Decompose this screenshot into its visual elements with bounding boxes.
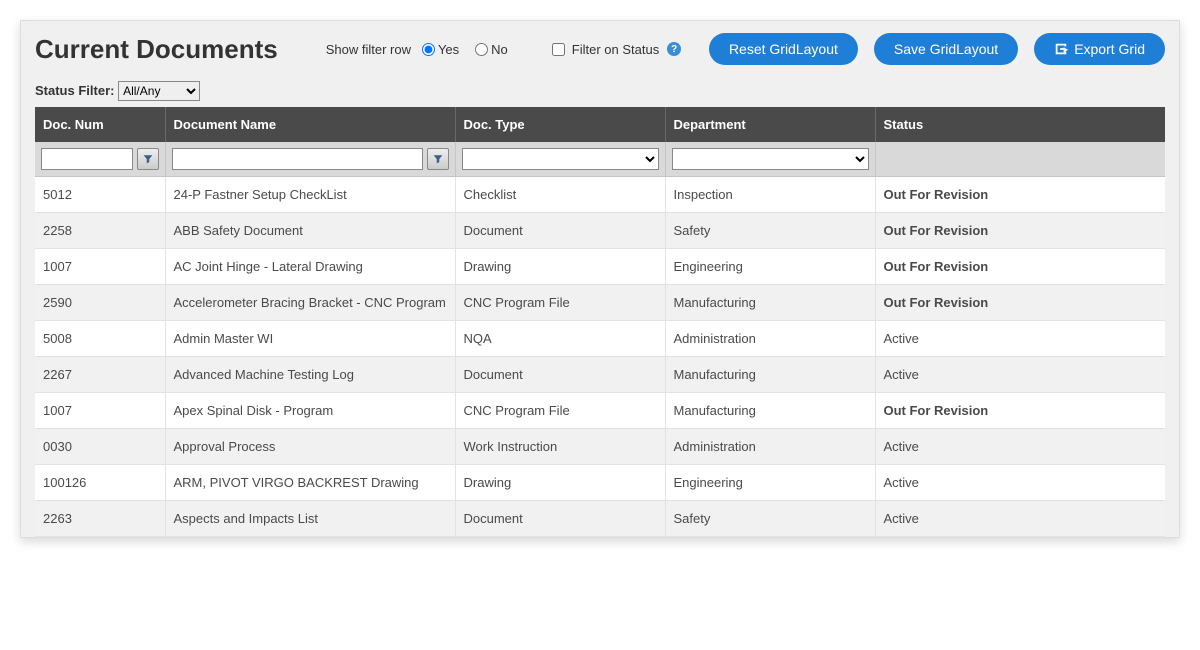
cell-num: 5008 bbox=[35, 321, 165, 357]
cell-type: CNC Program File bbox=[455, 285, 665, 321]
cell-status: Active bbox=[875, 465, 1165, 501]
filter-input-name[interactable] bbox=[172, 148, 423, 170]
cell-type: Document bbox=[455, 213, 665, 249]
cell-status: Out For Revision bbox=[875, 177, 1165, 213]
cell-num: 2267 bbox=[35, 357, 165, 393]
documents-grid: Doc. Num Document Name Doc. Type Departm… bbox=[35, 107, 1165, 537]
cell-num: 0030 bbox=[35, 429, 165, 465]
toolbar: Current Documents Show filter row Yes No… bbox=[35, 33, 1165, 65]
cell-num: 2263 bbox=[35, 501, 165, 537]
export-grid-button[interactable]: Export Grid bbox=[1034, 33, 1165, 65]
cell-status: Out For Revision bbox=[875, 393, 1165, 429]
cell-dept: Manufacturing bbox=[665, 357, 875, 393]
status-filter-label: Status Filter: bbox=[35, 83, 114, 98]
page-title: Current Documents bbox=[35, 34, 278, 65]
cell-status: Out For Revision bbox=[875, 213, 1165, 249]
table-row[interactable]: 2258ABB Safety DocumentDocumentSafetyOut… bbox=[35, 213, 1165, 249]
cell-dept: Inspection bbox=[665, 177, 875, 213]
documents-panel: Current Documents Show filter row Yes No… bbox=[20, 20, 1180, 538]
cell-dept: Manufacturing bbox=[665, 393, 875, 429]
no-label: No bbox=[491, 42, 508, 57]
reset-gridlayout-button[interactable]: Reset GridLayout bbox=[709, 33, 858, 65]
show-filter-no[interactable]: No bbox=[475, 42, 508, 57]
filter-select-type[interactable] bbox=[462, 148, 659, 170]
cell-type: NQA bbox=[455, 321, 665, 357]
cell-name: AC Joint Hinge - Lateral Drawing bbox=[165, 249, 455, 285]
filter-on-status-checkbox[interactable] bbox=[552, 43, 565, 56]
show-filter-no-radio[interactable] bbox=[475, 43, 488, 56]
cell-num: 2590 bbox=[35, 285, 165, 321]
show-filter-yes-radio[interactable] bbox=[422, 43, 435, 56]
cell-type: Document bbox=[455, 501, 665, 537]
col-header-type[interactable]: Doc. Type bbox=[455, 107, 665, 142]
grid-filter-row bbox=[35, 142, 1165, 177]
table-row[interactable]: 2263Aspects and Impacts ListDocumentSafe… bbox=[35, 501, 1165, 537]
cell-type: CNC Program File bbox=[455, 393, 665, 429]
table-row[interactable]: 0030Approval ProcessWork InstructionAdmi… bbox=[35, 429, 1165, 465]
filter-input-num[interactable] bbox=[41, 148, 133, 170]
cell-dept: Manufacturing bbox=[665, 285, 875, 321]
filter-on-status[interactable]: Filter on Status ? bbox=[548, 40, 681, 59]
filter-button-name[interactable] bbox=[427, 148, 449, 170]
cell-type: Drawing bbox=[455, 465, 665, 501]
col-header-status[interactable]: Status bbox=[875, 107, 1165, 142]
cell-name: Admin Master WI bbox=[165, 321, 455, 357]
cell-num: 1007 bbox=[35, 393, 165, 429]
cell-status: Active bbox=[875, 321, 1165, 357]
cell-dept: Administration bbox=[665, 429, 875, 465]
cell-type: Document bbox=[455, 357, 665, 393]
cell-dept: Administration bbox=[665, 321, 875, 357]
col-header-dept[interactable]: Department bbox=[665, 107, 875, 142]
cell-name: Approval Process bbox=[165, 429, 455, 465]
cell-status: Out For Revision bbox=[875, 249, 1165, 285]
export-icon bbox=[1054, 42, 1068, 56]
cell-dept: Safety bbox=[665, 213, 875, 249]
cell-status: Active bbox=[875, 501, 1165, 537]
show-filter-yes[interactable]: Yes bbox=[422, 42, 459, 57]
cell-name: ARM, PIVOT VIRGO BACKREST Drawing bbox=[165, 465, 455, 501]
cell-status: Active bbox=[875, 357, 1165, 393]
yes-label: Yes bbox=[438, 42, 459, 57]
cell-type: Work Instruction bbox=[455, 429, 665, 465]
status-filter-select[interactable]: All/Any bbox=[118, 81, 200, 101]
cell-dept: Engineering bbox=[665, 465, 875, 501]
cell-status: Active bbox=[875, 429, 1165, 465]
table-row[interactable]: 1007Apex Spinal Disk - ProgramCNC Progra… bbox=[35, 393, 1165, 429]
table-row[interactable]: 2590Accelerometer Bracing Bracket - CNC … bbox=[35, 285, 1165, 321]
cell-num: 2258 bbox=[35, 213, 165, 249]
cell-num: 100126 bbox=[35, 465, 165, 501]
table-row[interactable]: 1007AC Joint Hinge - Lateral DrawingDraw… bbox=[35, 249, 1165, 285]
grid-header-row: Doc. Num Document Name Doc. Type Departm… bbox=[35, 107, 1165, 142]
filter-on-status-label: Filter on Status bbox=[572, 42, 659, 57]
table-row[interactable]: 5008Admin Master WINQAAdministrationActi… bbox=[35, 321, 1165, 357]
cell-name: Apex Spinal Disk - Program bbox=[165, 393, 455, 429]
cell-name: Aspects and Impacts List bbox=[165, 501, 455, 537]
save-gridlayout-button[interactable]: Save GridLayout bbox=[874, 33, 1018, 65]
show-filter-row-label: Show filter row bbox=[326, 42, 411, 57]
table-row[interactable]: 501224-P Fastner Setup CheckListChecklis… bbox=[35, 177, 1165, 213]
cell-dept: Safety bbox=[665, 501, 875, 537]
funnel-icon bbox=[433, 154, 443, 164]
funnel-icon bbox=[143, 154, 153, 164]
cell-dept: Engineering bbox=[665, 249, 875, 285]
filter-cell-status bbox=[875, 142, 1165, 177]
filter-button-num[interactable] bbox=[137, 148, 159, 170]
cell-type: Drawing bbox=[455, 249, 665, 285]
col-header-name[interactable]: Document Name bbox=[165, 107, 455, 142]
cell-status: Out For Revision bbox=[875, 285, 1165, 321]
cell-name: 24-P Fastner Setup CheckList bbox=[165, 177, 455, 213]
cell-num: 5012 bbox=[35, 177, 165, 213]
cell-type: Checklist bbox=[455, 177, 665, 213]
table-row[interactable]: 100126ARM, PIVOT VIRGO BACKREST DrawingD… bbox=[35, 465, 1165, 501]
help-icon[interactable]: ? bbox=[667, 42, 681, 56]
cell-name: ABB Safety Document bbox=[165, 213, 455, 249]
cell-name: Advanced Machine Testing Log bbox=[165, 357, 455, 393]
col-header-num[interactable]: Doc. Num bbox=[35, 107, 165, 142]
cell-name: Accelerometer Bracing Bracket - CNC Prog… bbox=[165, 285, 455, 321]
cell-num: 1007 bbox=[35, 249, 165, 285]
status-filter-row: Status Filter: All/Any bbox=[35, 81, 1165, 101]
filter-select-dept[interactable] bbox=[672, 148, 869, 170]
table-row[interactable]: 2267Advanced Machine Testing LogDocument… bbox=[35, 357, 1165, 393]
